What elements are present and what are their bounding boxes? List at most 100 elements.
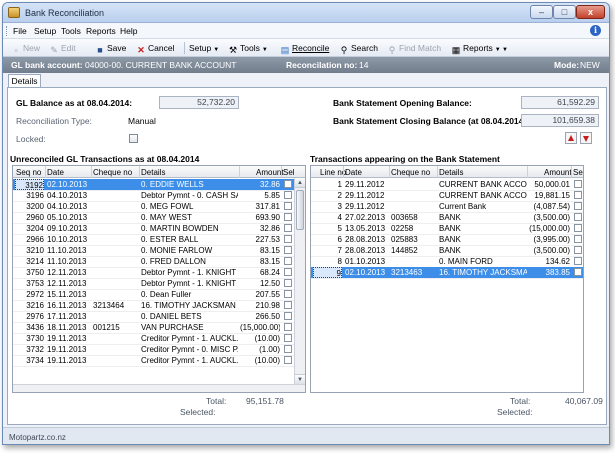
locked-checkbox[interactable] bbox=[129, 134, 138, 143]
row-select-checkbox[interactable] bbox=[284, 235, 292, 243]
col-amount[interactable]: Amount bbox=[256, 168, 284, 177]
table-row[interactable]: 7 28.08.2013 144852 BANK (3,500.00) bbox=[311, 245, 583, 256]
row-select-checkbox[interactable] bbox=[284, 213, 292, 221]
row-select-checkbox[interactable] bbox=[284, 301, 292, 309]
left-horizontal-scrollbar[interactable] bbox=[13, 384, 305, 392]
col-details[interactable]: Details bbox=[439, 168, 463, 177]
col-cheque-no[interactable]: Cheque no bbox=[93, 168, 132, 177]
row-select-checkbox[interactable] bbox=[284, 268, 292, 276]
table-row[interactable]: 3210 11.10.2013 0. MONIE FARLOW 83.15 bbox=[13, 245, 295, 256]
minimize-button[interactable]: – bbox=[530, 5, 553, 19]
col-date[interactable]: Date bbox=[345, 168, 362, 177]
table-row[interactable]: 2966 10.10.2013 0. ESTER BALL 227.53 bbox=[13, 234, 295, 245]
col-cheque-no[interactable]: Cheque no bbox=[391, 168, 430, 177]
col-sel[interactable]: Sel bbox=[283, 168, 295, 177]
unreconciled-gl-grid[interactable]: Seq no Date Cheque no Details Amount Sel… bbox=[12, 165, 306, 393]
row-select-checkbox[interactable] bbox=[574, 224, 582, 232]
new-button[interactable]: ▫ New bbox=[11, 42, 40, 55]
scroll-down-icon[interactable]: ▼ bbox=[295, 374, 305, 384]
table-row[interactable]: 229.11.2012 CURRENT BANK ACCOUNT 19,881.15 bbox=[311, 190, 583, 201]
col-amount[interactable]: Amount bbox=[544, 168, 572, 177]
table-row[interactable]: 3200 04.10.2013 0. MEG FOWL 317.81 bbox=[13, 201, 295, 212]
table-row[interactable]: 2960 05.10.2013 0. MAY WEST 693.90 bbox=[13, 212, 295, 223]
row-select-checkbox[interactable] bbox=[284, 334, 292, 342]
table-row[interactable]: 2976 17.11.2013 0. DANIEL BETS 266.50 bbox=[13, 311, 295, 322]
tab-details[interactable]: Details bbox=[8, 74, 41, 87]
row-select-checkbox[interactable] bbox=[574, 213, 582, 221]
row-select-checkbox[interactable] bbox=[574, 257, 582, 265]
row-select-checkbox[interactable] bbox=[284, 323, 292, 331]
row-select-checkbox[interactable] bbox=[284, 312, 292, 320]
table-row[interactable]: 3730 19.11.2013 Creditor Pymnt - 1. AUCKL.… bbox=[13, 333, 295, 344]
row-select-checkbox[interactable] bbox=[574, 191, 582, 199]
row-select-checkbox[interactable] bbox=[284, 191, 292, 199]
row-select-checkbox[interactable] bbox=[284, 290, 292, 298]
maximize-button[interactable]: □ bbox=[553, 5, 576, 19]
row-select-checkbox[interactable] bbox=[574, 180, 582, 188]
table-row[interactable]: 8 01.10.2013 0. MAIN FORD 134.62 bbox=[311, 256, 583, 267]
row-select-checkbox[interactable] bbox=[574, 268, 582, 276]
move-up-arrow-icon[interactable] bbox=[565, 132, 577, 144]
menu-reports[interactable]: Reports bbox=[86, 26, 116, 36]
menu-help[interactable]: Help bbox=[120, 26, 137, 36]
col-seq-no[interactable]: Seq no bbox=[16, 168, 41, 177]
row-select-checkbox[interactable] bbox=[284, 356, 292, 364]
table-row[interactable]: 3192 02.10.2013 0. EDDIE WELLS 32.86 bbox=[13, 179, 295, 190]
row-select-checkbox[interactable] bbox=[574, 246, 582, 254]
table-row[interactable]: 3 29.11.2012 Current Bank (4,087.54) bbox=[311, 201, 583, 212]
row-select-checkbox[interactable] bbox=[284, 180, 292, 188]
table-row[interactable]: 3204 09.10.2013 0. MARTIN BOWDEN 32.86 bbox=[13, 223, 295, 234]
reconcile-button[interactable]: ▤ Reconcile bbox=[280, 42, 330, 55]
cell-amount: 317.81 bbox=[255, 202, 280, 211]
move-down-arrow-icon[interactable] bbox=[580, 132, 592, 144]
cell-cheque-no: 003658 bbox=[391, 213, 418, 222]
table-row[interactable]: 3436 18.11.2013 001215 VAN PURCHASE (15,000.… bbox=[13, 322, 295, 333]
row-select-checkbox[interactable] bbox=[574, 235, 582, 243]
edit-button[interactable]: ✎ Edit bbox=[49, 42, 75, 55]
col-sel[interactable]: Sel bbox=[573, 168, 583, 177]
table-row[interactable]: 2972 15.11.2013 0. Dean Fuller 207.55 bbox=[13, 289, 295, 300]
row-select-checkbox[interactable] bbox=[284, 202, 292, 210]
row-select-checkbox[interactable] bbox=[284, 257, 292, 265]
table-row[interactable]: 5 13.05.2013 02258 BANK (15,000.00) bbox=[311, 223, 583, 234]
table-row[interactable]: 4 27.02.2013 003658 BANK (3,500.00) bbox=[311, 212, 583, 223]
toolbar-overflow-button[interactable]: ▼ bbox=[500, 42, 508, 54]
table-row[interactable]: 9 02.10.2013 3213463 16. TIMOTHY JACKSMAN 38… bbox=[311, 267, 583, 278]
save-button[interactable]: ■ Save bbox=[95, 42, 126, 55]
col-details[interactable]: Details bbox=[141, 168, 165, 177]
search-button[interactable]: ⚲ Search bbox=[339, 42, 378, 55]
setup-button[interactable]: Setup ▼ bbox=[189, 42, 219, 54]
cancel-button[interactable]: ✕ Cancel bbox=[136, 42, 174, 55]
row-select-checkbox[interactable] bbox=[574, 202, 582, 210]
row-select-checkbox[interactable] bbox=[284, 224, 292, 232]
bank-statement-grid[interactable]: Line no Date Cheque no Details Amount Se… bbox=[310, 165, 584, 393]
row-select-checkbox[interactable] bbox=[284, 345, 292, 353]
scroll-thumb[interactable] bbox=[296, 190, 304, 230]
col-date[interactable]: Date bbox=[47, 168, 64, 177]
table-row[interactable]: 3753 12.11.2013 Debtor Pymnt - 1. KNIGHT .… bbox=[13, 278, 295, 289]
cell-details: Creditor Pymnt - 1. AUCKL... bbox=[141, 334, 238, 343]
info-icon[interactable]: i bbox=[590, 25, 601, 36]
table-row[interactable]: 6 28.08.2013 025883 BANK (3,995.00) bbox=[311, 234, 583, 245]
menu-file[interactable]: File bbox=[13, 26, 27, 36]
menu-tools[interactable]: Tools bbox=[61, 26, 81, 36]
table-row[interactable]: 3196 04.10.2013 Debtor Pymnt - 0. CASH SA.… bbox=[13, 190, 295, 201]
table-row[interactable]: 3734 19.11.2013 Creditor Pymnt - 1. AUCKL.… bbox=[13, 355, 295, 366]
close-button[interactable]: x bbox=[576, 5, 605, 19]
table-row[interactable]: 3214 11.10.2013 0. FRED DALLON 83.15 bbox=[13, 256, 295, 267]
find-match-button[interactable]: ⚲ Find Match bbox=[387, 42, 442, 55]
table-row[interactable]: 3216 16.11.2013 3213464 16. TIMOTHY JACKSMA… bbox=[13, 300, 295, 311]
find-match-label: Find Match bbox=[399, 43, 442, 53]
row-select-checkbox[interactable] bbox=[284, 246, 292, 254]
menu-setup[interactable]: Setup bbox=[34, 26, 56, 36]
reports-button[interactable]: ▦ Reports ▼ bbox=[451, 42, 501, 55]
cell-seq-no: 3192 bbox=[15, 179, 44, 190]
table-row[interactable]: 3750 12.11.2013 Debtor Pymnt - 1. KNIGHT .… bbox=[13, 267, 295, 278]
left-vertical-scrollbar[interactable]: ▲ ▼ bbox=[294, 178, 305, 384]
row-select-checkbox[interactable] bbox=[284, 279, 292, 287]
table-row[interactable]: 129.11.2012 CURRENT BANK ACCOUNT 50,000.01 bbox=[311, 179, 583, 190]
tools-button[interactable]: ⚒ Tools ▼ bbox=[228, 42, 268, 55]
table-row[interactable]: 3732 19.11.2013 Creditor Pymnt - 0. MISC P… bbox=[13, 344, 295, 355]
closing-balance-field[interactable]: 101,659.38 bbox=[521, 114, 599, 127]
scroll-up-icon[interactable]: ▲ bbox=[295, 178, 305, 188]
